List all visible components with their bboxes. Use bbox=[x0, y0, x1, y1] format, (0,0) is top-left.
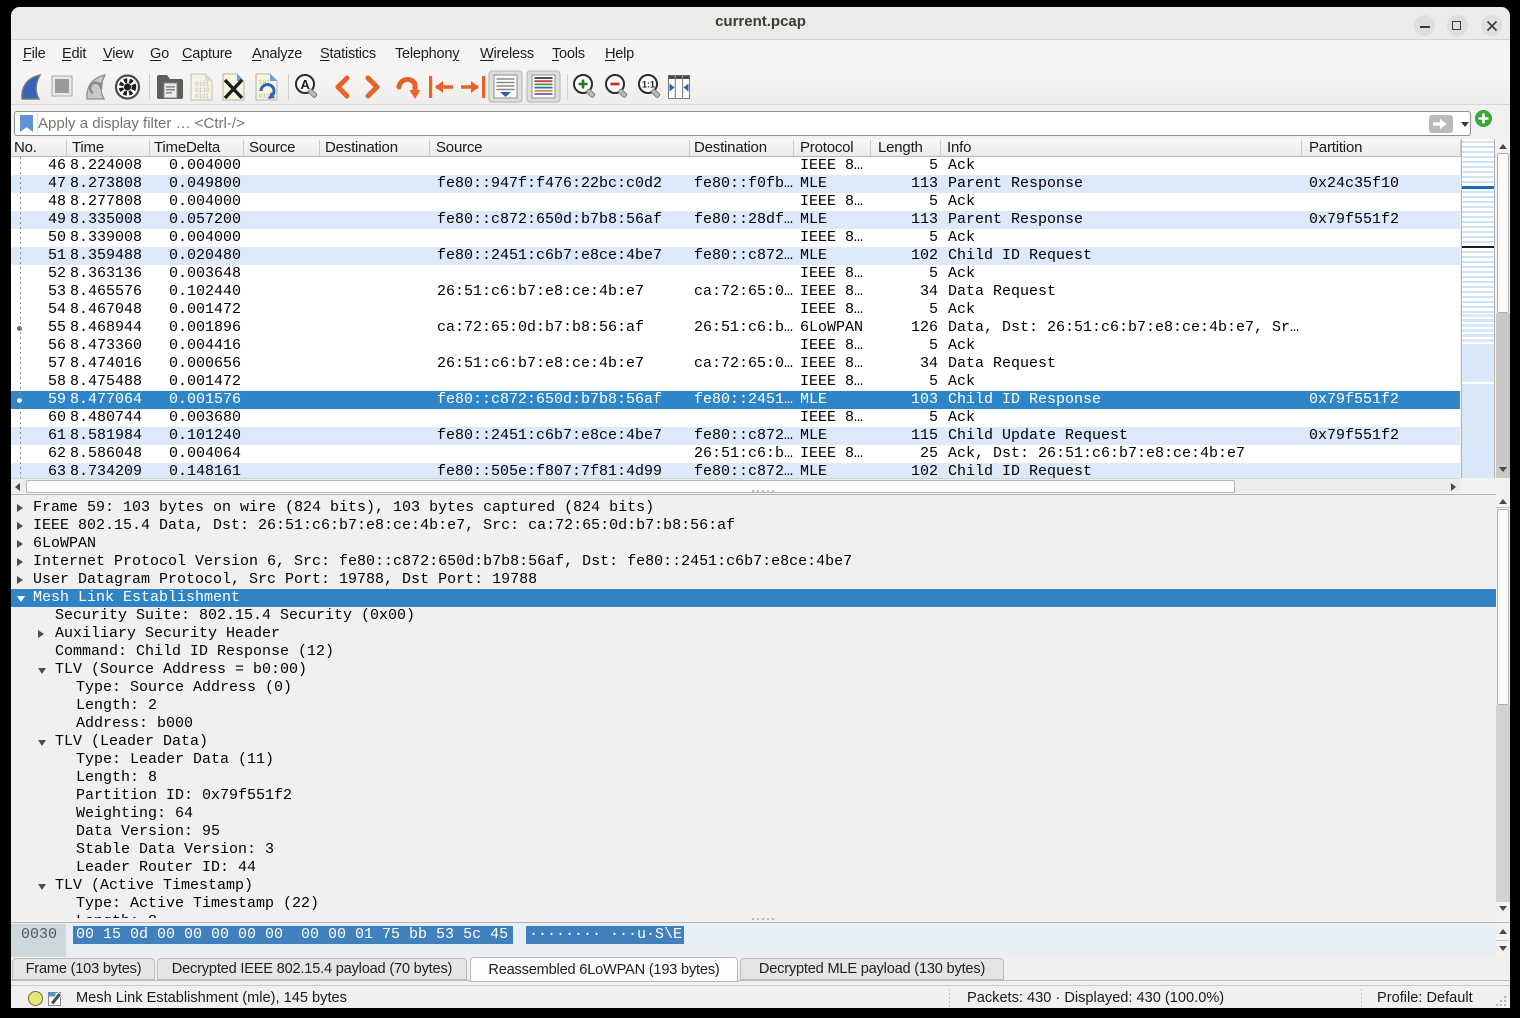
svg-text:011: 011 bbox=[259, 93, 270, 100]
svg-text:0111: 0111 bbox=[195, 93, 210, 100]
svg-text:1:1: 1:1 bbox=[642, 80, 655, 90]
svg-text:A: A bbox=[301, 77, 311, 92]
